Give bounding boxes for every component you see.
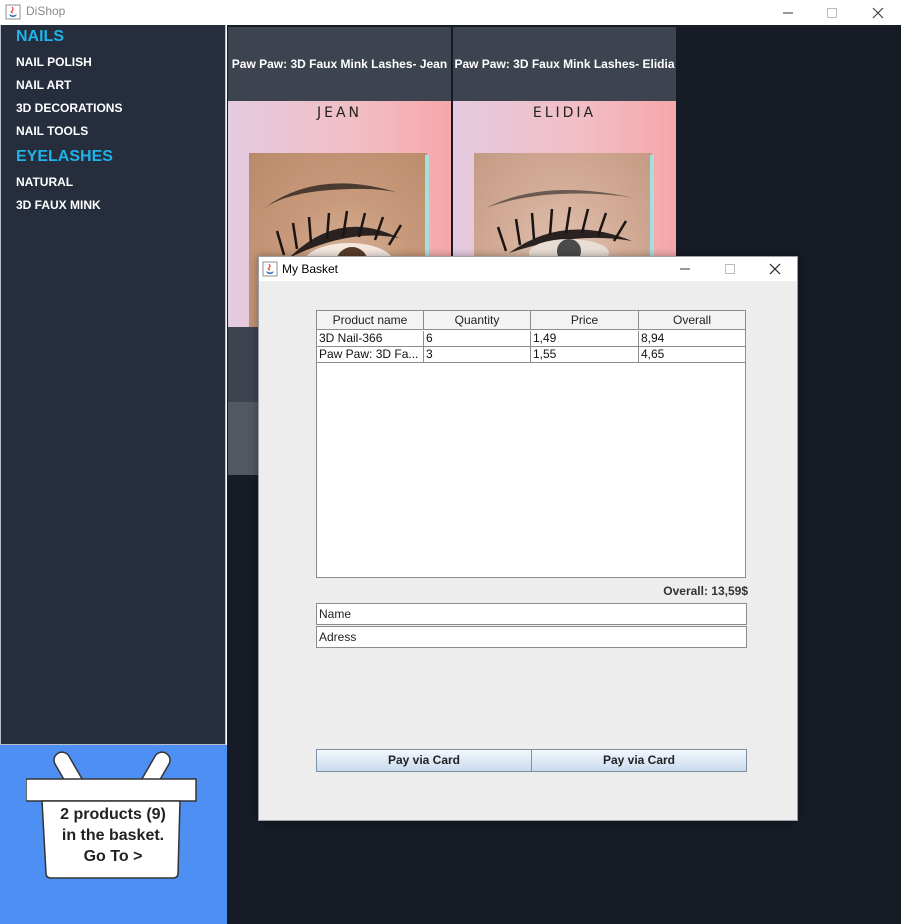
column-header-quantity[interactable]: Quantity bbox=[424, 311, 531, 330]
pay-via-card-button-2[interactable]: Pay via Card bbox=[531, 749, 747, 772]
cell-product-name[interactable]: Paw Paw: 3D Fa... bbox=[317, 347, 424, 363]
product-brand: ELIDIA bbox=[532, 105, 597, 121]
close-icon bbox=[872, 7, 884, 18]
java-cup-icon bbox=[5, 4, 21, 20]
category-eyelashes[interactable]: EYELASHES bbox=[16, 148, 113, 166]
basket-status: in the basket. bbox=[61, 827, 165, 844]
pay-via-card-button[interactable]: Pay via Card bbox=[316, 749, 532, 772]
table-row[interactable]: 3D Nail-366 6 1,49 8,94 bbox=[317, 331, 745, 347]
basket-go-to-link[interactable]: Go To > bbox=[42, 846, 184, 867]
dialog-titlebar: My Basket bbox=[259, 257, 797, 281]
window-titlebar: DiShop bbox=[0, 0, 901, 25]
basket-count: 2 products (9) bbox=[60, 806, 166, 823]
overall-total: Overall: 13,59$ bbox=[663, 584, 748, 598]
basket-summary[interactable]: 2 products (9) in the basket. Go To > bbox=[42, 804, 184, 867]
table-header: Product name Quantity Price Overall bbox=[317, 311, 745, 330]
name-field[interactable]: Name bbox=[316, 603, 747, 625]
window-title: DiShop bbox=[26, 4, 66, 18]
sidebar-item-nail-tools[interactable]: NAIL TOOLS bbox=[16, 124, 88, 138]
basket-table[interactable]: Product name Quantity Price Overall 3D N… bbox=[316, 310, 746, 578]
product-title[interactable]: Paw Paw: 3D Faux Mink Lashes- Elidia bbox=[453, 57, 676, 71]
basket-panel[interactable]: 2 products (9) in the basket. Go To > bbox=[0, 745, 227, 924]
basket-dialog: My Basket Product name Quantity Price Ov… bbox=[258, 256, 798, 821]
cell-product-name[interactable]: 3D Nail-366 bbox=[317, 331, 424, 347]
category-nails[interactable]: NAILS bbox=[16, 28, 64, 46]
cell-quantity[interactable]: 6 bbox=[424, 331, 531, 347]
column-header-product-name[interactable]: Product name bbox=[317, 311, 424, 330]
cell-overall[interactable]: 4,65 bbox=[639, 347, 745, 363]
maximize-icon bbox=[724, 264, 735, 274]
category-sidebar: NAILS NAIL POLISH NAIL ART 3D DECORATION… bbox=[0, 25, 226, 745]
sidebar-item-nail-polish[interactable]: NAIL POLISH bbox=[16, 55, 92, 69]
table-row[interactable]: Paw Paw: 3D Fa... 3 1,55 4,65 bbox=[317, 347, 745, 363]
sidebar-item-3d-decorations[interactable]: 3D DECORATIONS bbox=[16, 101, 122, 115]
column-header-price[interactable]: Price bbox=[531, 311, 639, 330]
cell-overall[interactable]: 8,94 bbox=[639, 331, 745, 347]
cell-price[interactable]: 1,55 bbox=[531, 347, 639, 363]
minimize-button[interactable] bbox=[765, 0, 811, 25]
close-icon bbox=[769, 263, 780, 275]
dialog-title: My Basket bbox=[282, 262, 339, 276]
close-button[interactable] bbox=[855, 0, 901, 25]
sidebar-item-nail-art[interactable]: NAIL ART bbox=[16, 78, 71, 92]
cell-quantity[interactable]: 3 bbox=[424, 347, 531, 363]
sidebar-item-3d-faux-mink[interactable]: 3D FAUX MINK bbox=[16, 198, 101, 212]
product-brand: JEAN bbox=[316, 105, 363, 121]
dialog-minimize-button[interactable] bbox=[662, 257, 707, 281]
column-header-overall[interactable]: Overall bbox=[639, 311, 745, 330]
address-field[interactable]: Adress bbox=[316, 626, 747, 648]
maximize-icon bbox=[827, 7, 837, 18]
cell-price[interactable]: 1,49 bbox=[531, 331, 639, 347]
java-cup-icon bbox=[262, 261, 278, 277]
product-title[interactable]: Paw Paw: 3D Faux Mink Lashes- Jean bbox=[228, 57, 451, 71]
minimize-icon bbox=[783, 12, 793, 13]
sidebar-item-natural[interactable]: NATURAL bbox=[16, 175, 73, 189]
minimize-icon bbox=[679, 268, 690, 270]
dialog-maximize-button[interactable] bbox=[707, 257, 752, 281]
maximize-button[interactable] bbox=[809, 0, 855, 25]
dialog-close-button[interactable] bbox=[752, 257, 797, 281]
